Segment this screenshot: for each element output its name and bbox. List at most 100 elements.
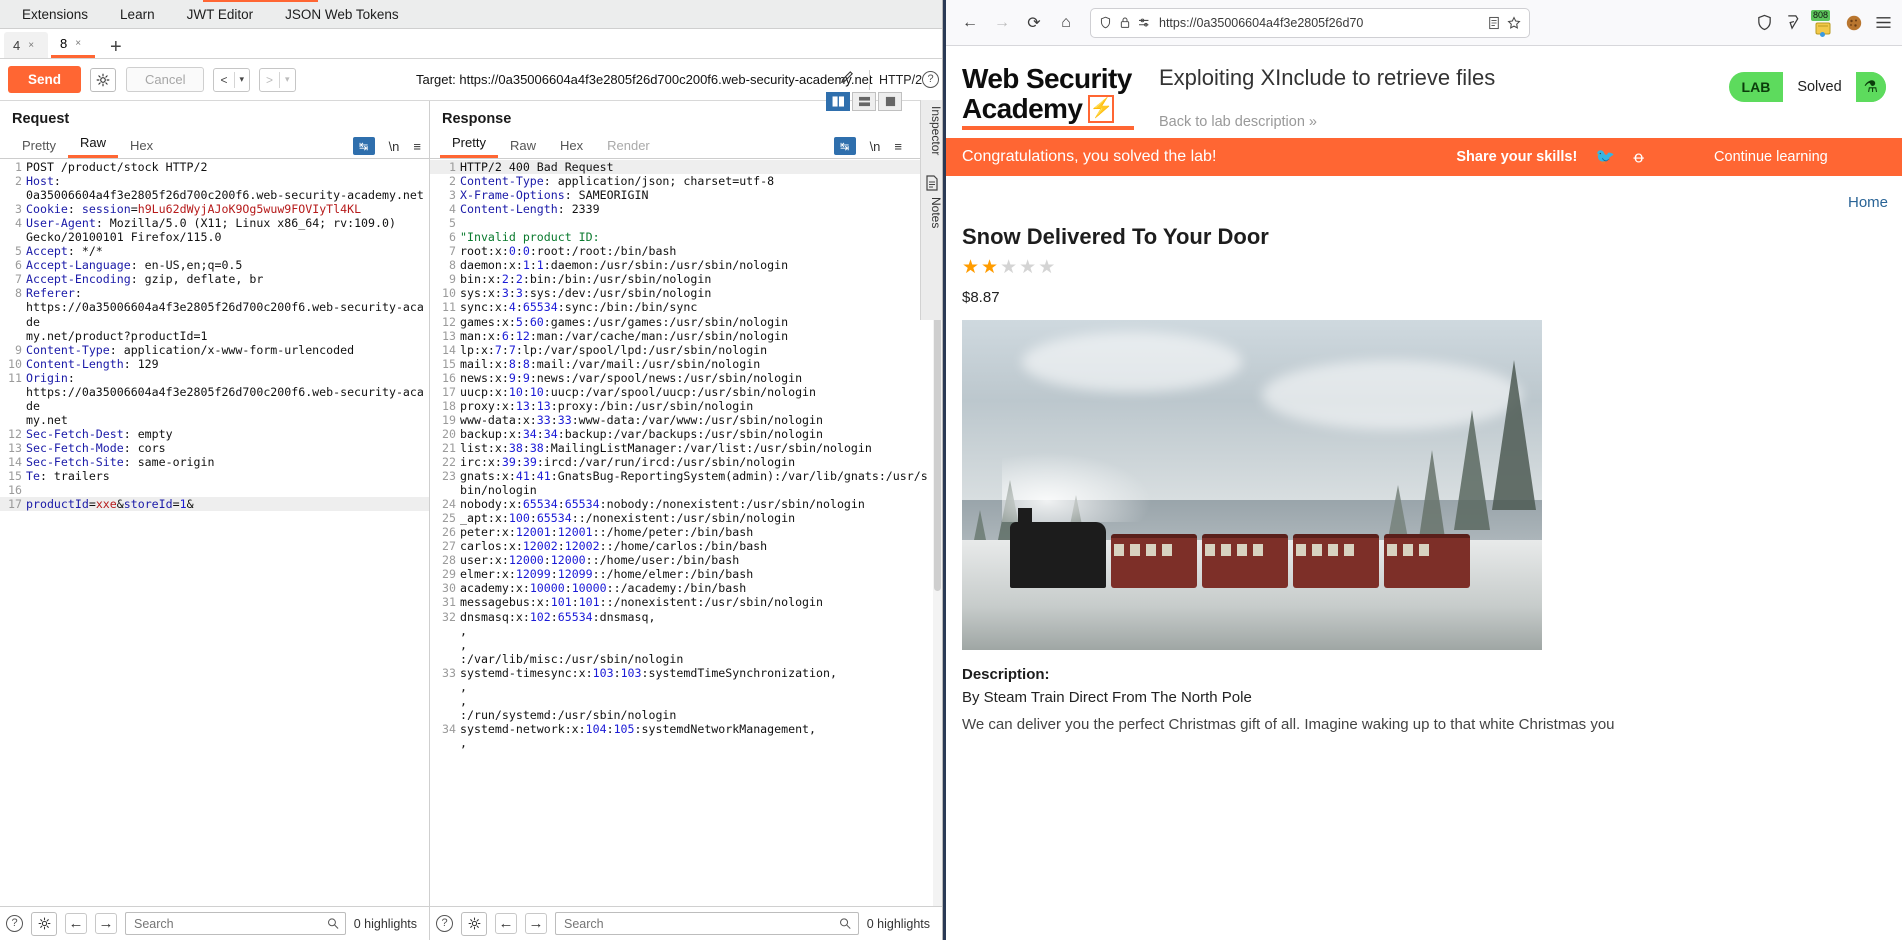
- reload-button[interactable]: ⟳: [1020, 9, 1048, 37]
- line-number: 12: [442, 314, 456, 329]
- line-number: [0, 188, 26, 202]
- close-icon[interactable]: ×: [75, 38, 81, 49]
- tab-pretty[interactable]: Pretty: [10, 138, 68, 158]
- code-text: ,: [460, 679, 467, 694]
- code-text: user:x:12000:12000::/home/user:/bin/bash: [460, 553, 740, 568]
- search-forward-button[interactable]: →: [525, 913, 547, 934]
- repeater-tab-8[interactable]: 8 ×: [51, 32, 95, 58]
- pencil-icon[interactable]: [840, 70, 855, 90]
- chevron-down-icon[interactable]: ▾: [280, 74, 295, 85]
- search-forward-button[interactable]: →: [95, 913, 117, 934]
- newline-icon[interactable]: \n: [870, 139, 881, 154]
- logo-line-2-row: Academy ⚡: [962, 94, 1137, 124]
- star-icon: ★: [981, 257, 1001, 278]
- request-tab-icons: ↹ \n ≡: [352, 137, 421, 155]
- extension-icon[interactable]: 808: [1811, 9, 1833, 37]
- code-line: 0a35006604a4f3e2805f26d700c200f6.web-sec…: [0, 188, 429, 202]
- chevron-down-icon[interactable]: ▾: [235, 74, 250, 85]
- chimney: [1018, 508, 1032, 524]
- help-icon[interactable]: ?: [922, 71, 939, 88]
- linkedin-icon[interactable]: 𝈚: [1633, 143, 1644, 171]
- layout-stacked-button[interactable]: [852, 92, 876, 111]
- reader-mode-icon[interactable]: [1488, 16, 1500, 30]
- code-line: 19 www-data:x:33:33:www-data:/var/www:/us…: [430, 413, 930, 427]
- tab-render[interactable]: Render: [595, 138, 662, 158]
- notes-doc-icon[interactable]: [921, 175, 942, 191]
- cookie-icon[interactable]: [1845, 14, 1863, 32]
- code-text: Accept: */*: [26, 244, 103, 259]
- twitter-icon[interactable]: 🐦: [1595, 147, 1615, 167]
- back-to-lab-description-link[interactable]: Back to lab description »: [1159, 114, 1495, 130]
- gear-icon[interactable]: [90, 67, 117, 92]
- menu-icon[interactable]: ≡: [413, 139, 421, 154]
- new-tab-button[interactable]: +: [98, 36, 134, 58]
- response-pane: Response Pretty Raw Hex Render ↹ \n ≡ 1H…: [430, 101, 942, 940]
- url-text[interactable]: https://0a35006604a4f3e2805f26d70: [1159, 16, 1481, 30]
- cancel-button[interactable]: Cancel: [126, 67, 205, 92]
- code-text: ,: [460, 693, 467, 708]
- gear-icon[interactable]: [461, 911, 487, 936]
- menu-item-learn[interactable]: Learn: [104, 0, 171, 29]
- permissions-icon[interactable]: [1138, 17, 1152, 29]
- help-icon[interactable]: ?: [436, 915, 453, 932]
- back-button[interactable]: ←: [956, 9, 984, 37]
- code-line: 11 sync:x:4:65534:sync:/bin:/bin/sync: [430, 300, 930, 314]
- search-input[interactable]: [132, 915, 327, 932]
- send-button[interactable]: Send: [8, 66, 82, 93]
- gear-glyph: [468, 917, 480, 930]
- hamburger-menu-icon[interactable]: [1875, 15, 1892, 30]
- url-bar[interactable]: https://0a35006604a4f3e2805f26d70: [1090, 7, 1530, 38]
- search-icon[interactable]: [839, 917, 851, 930]
- lock-icon[interactable]: [1119, 16, 1131, 29]
- tab-hex[interactable]: Hex: [548, 138, 595, 158]
- word-wrap-icon[interactable]: ↹: [352, 137, 375, 155]
- menu-item-jwt-editor[interactable]: JWT Editor: [171, 0, 270, 29]
- shield-icon[interactable]: [1099, 16, 1112, 29]
- forward-arrow-icon: >: [266, 72, 274, 87]
- newline-icon[interactable]: \n: [389, 139, 400, 154]
- tab-pretty[interactable]: Pretty: [440, 135, 498, 158]
- search-input[interactable]: [562, 915, 840, 932]
- search-back-button[interactable]: ←: [495, 913, 517, 934]
- line-number: 16: [442, 370, 456, 385]
- code-text: 0a35006604a4f3e2805f26d700c200f6.web-sec…: [26, 188, 424, 203]
- request-editor[interactable]: 1 POST /product/stock HTTP/2 2 Host: 0a35006…: [0, 159, 429, 906]
- code-text: Content-Length: 2339: [460, 202, 600, 217]
- menu-item-json-web-tokens[interactable]: JSON Web Tokens: [269, 0, 415, 29]
- tab-hex[interactable]: Hex: [118, 138, 165, 158]
- notes-tab[interactable]: Notes: [921, 191, 943, 234]
- home-button[interactable]: ⌂: [1052, 9, 1080, 37]
- history-back-button[interactable]: < ▾: [213, 67, 251, 92]
- response-search-box[interactable]: [555, 912, 859, 935]
- search-back-button[interactable]: ←: [65, 913, 87, 934]
- search-icon[interactable]: [327, 917, 339, 930]
- pocket-save-icon[interactable]: [1785, 14, 1801, 31]
- line-number: 14: [442, 342, 456, 357]
- home-nav-row: Home: [946, 176, 1902, 216]
- history-forward-button[interactable]: > ▾: [259, 67, 296, 92]
- code-line: 7 root:x:0:0:root:/root:/bin/bash: [430, 244, 930, 258]
- home-link[interactable]: Home: [1848, 194, 1888, 211]
- forward-button[interactable]: →: [988, 9, 1016, 37]
- gear-icon[interactable]: [31, 911, 57, 936]
- help-icon[interactable]: ?: [6, 915, 23, 932]
- layout-side-by-side-button[interactable]: [826, 92, 850, 111]
- word-wrap-icon[interactable]: ↹: [833, 137, 856, 155]
- tracking-protection-icon[interactable]: [1756, 14, 1773, 31]
- bookmark-star-icon[interactable]: [1507, 15, 1521, 30]
- repeater-tab-4[interactable]: 4 ×: [4, 32, 48, 58]
- response-editor[interactable]: 1 HTTP/2 400 Bad Request 2 Content-Type: ap…: [430, 160, 942, 750]
- web-security-academy-logo[interactable]: Web Security Academy ⚡: [962, 64, 1137, 130]
- continue-learning-link[interactable]: Continue learning: [1714, 149, 1828, 165]
- tab-raw[interactable]: Raw: [67, 135, 118, 158]
- code-line: 12 games:x:5:60:games:/usr/games:/usr/sbi…: [430, 315, 930, 329]
- menu-item-extensions[interactable]: Extensions: [6, 0, 104, 29]
- tab-raw[interactable]: Raw: [498, 138, 548, 158]
- request-search-box[interactable]: [125, 912, 346, 935]
- menu-icon[interactable]: ≡: [894, 139, 902, 154]
- layout-single-button[interactable]: [878, 92, 902, 111]
- close-icon[interactable]: ×: [28, 40, 34, 51]
- line-number: 28: [442, 553, 456, 568]
- code-line: 6 "Invalid product ID:: [430, 230, 930, 244]
- inspector-tab[interactable]: Inspector: [921, 100, 943, 161]
